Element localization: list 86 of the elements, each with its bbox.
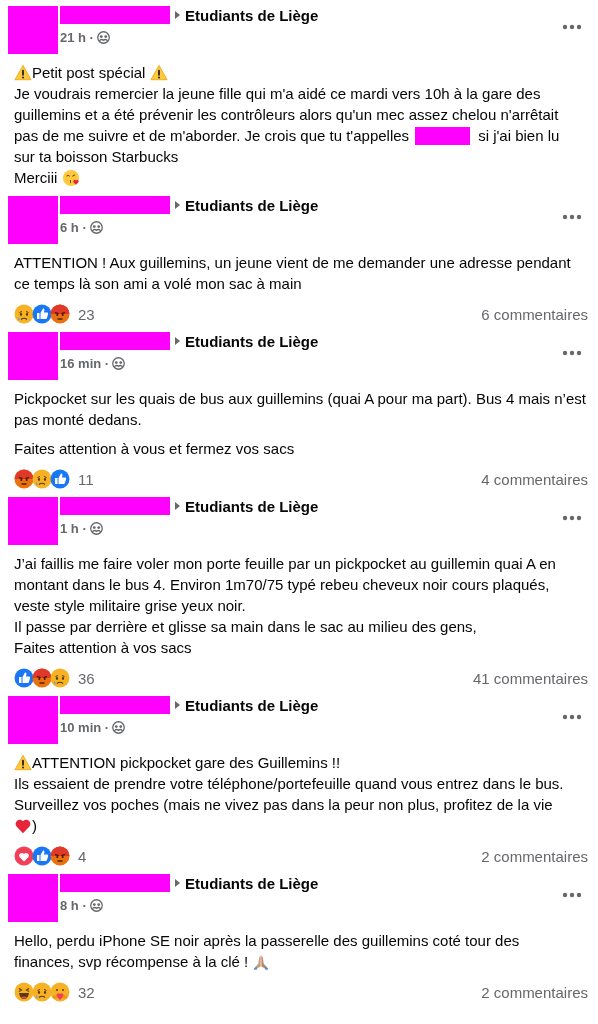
post-text: Faites attention à vos sacs bbox=[14, 638, 192, 658]
reaction-count[interactable]: 23 bbox=[78, 305, 95, 323]
kissing-face-icon bbox=[61, 168, 80, 187]
triangle-icon bbox=[174, 700, 181, 710]
post-time[interactable]: 21 h · bbox=[60, 30, 94, 45]
group-name[interactable]: Etudiants de Liège bbox=[185, 6, 319, 24]
post-time[interactable]: 16 min · bbox=[60, 356, 110, 371]
more-options-icon[interactable] bbox=[562, 214, 582, 220]
laughing-face-icon[interactable] bbox=[14, 982, 34, 1002]
members-icon bbox=[112, 721, 126, 734]
post-text: Pickpocket sur les quais de bus aux guillemins (quai A pour ma part). Bus 4 mais n’est pas monté dedans. bbox=[14, 389, 587, 430]
group-name[interactable]: Etudiants de Liège bbox=[185, 497, 319, 515]
like-reaction-icon[interactable] bbox=[14, 668, 34, 688]
post-text: Faites attention à vous et fermez vos sacs bbox=[14, 439, 295, 459]
group-name[interactable]: Etudiants de Liège bbox=[185, 196, 319, 214]
redacted-avatar bbox=[8, 696, 58, 744]
redacted-avatar bbox=[8, 497, 58, 545]
triangle-icon bbox=[174, 200, 181, 210]
post-text: J’ai faillis me faire voler mon porte feuille par un pickpocket au guillemin quai A en montant dans le bus 4. Environ 1m70/75 typé rebeu cheveux noir cours plaqués, veste style militaire grise yeux noir. bbox=[14, 554, 557, 616]
post-text: Surveillez vos poches (mais ne vivez pas dans la peur non plus, profitez de la vie bbox=[14, 795, 553, 815]
comments-link[interactable]: 2 commentaires bbox=[481, 847, 588, 865]
comments-link[interactable]: 41 commentaires bbox=[472, 669, 588, 687]
warning-icon bbox=[14, 63, 32, 82]
reaction-count[interactable]: 36 bbox=[78, 669, 95, 687]
hugging-face-icon[interactable] bbox=[50, 982, 70, 1002]
redacted-avatar bbox=[8, 6, 58, 54]
redacted-text bbox=[415, 126, 471, 145]
post-time[interactable]: 10 min · bbox=[60, 720, 110, 735]
crying-face-icon[interactable] bbox=[32, 469, 52, 489]
group-name[interactable]: Etudiants de Liège bbox=[185, 874, 319, 892]
angry-face-icon[interactable] bbox=[50, 304, 70, 324]
post-time[interactable]: 8 h · bbox=[60, 898, 87, 913]
warning-icon bbox=[14, 753, 32, 772]
reaction-count[interactable]: 4 bbox=[78, 847, 87, 865]
post-text: ATTENTION pickpocket gare des Guillemins !! bbox=[32, 753, 341, 773]
post-text: Merciii bbox=[14, 168, 59, 188]
post-text: pas de me suivre et de m'aborder. Je crois que tu t'appelles bbox=[14, 126, 410, 146]
post-text: guillemins et a été prévenir les contrôleurs alors qu'un mec assez chelou n'arrêtait bbox=[14, 105, 559, 125]
redacted-avatar bbox=[8, 874, 58, 922]
more-options-icon[interactable] bbox=[562, 350, 582, 356]
heart-reaction-icon[interactable] bbox=[14, 846, 34, 866]
members-icon bbox=[112, 357, 126, 370]
members-icon bbox=[89, 899, 103, 912]
more-options-icon[interactable] bbox=[562, 714, 582, 720]
crying-face-icon[interactable] bbox=[50, 668, 70, 688]
more-options-icon[interactable] bbox=[562, 24, 582, 30]
post-text: Je voudrais remercier la jeune fille qui m'a aidé ce mardi vers 10h à la gare des bbox=[14, 84, 541, 104]
post-time[interactable]: 1 h · bbox=[60, 521, 87, 536]
post-text: ) bbox=[32, 816, 37, 836]
triangle-icon bbox=[174, 878, 181, 888]
like-reaction-icon[interactable] bbox=[32, 304, 52, 324]
post-text: Il passe par derrière et glisse sa main dans le sac au milieu des gens, bbox=[14, 617, 477, 637]
redacted-avatar bbox=[8, 196, 58, 244]
post-text: sur ta boisson Starbucks bbox=[14, 147, 179, 167]
angry-face-icon[interactable] bbox=[32, 668, 52, 688]
comments-link[interactable]: 6 commentaires bbox=[481, 305, 588, 323]
angry-face-icon[interactable] bbox=[14, 469, 34, 489]
praying-hands-icon bbox=[252, 952, 271, 971]
triangle-icon bbox=[174, 10, 181, 20]
triangle-icon bbox=[174, 336, 181, 346]
more-options-icon[interactable] bbox=[562, 515, 582, 521]
post-text: finances, svp récompense à la clé ! bbox=[14, 952, 250, 972]
comments-link[interactable]: 2 commentaires bbox=[481, 983, 588, 1001]
reaction-count[interactable]: 32 bbox=[78, 983, 95, 1001]
like-reaction-icon[interactable] bbox=[32, 846, 52, 866]
more-options-icon[interactable] bbox=[562, 892, 582, 898]
crying-face-icon[interactable] bbox=[14, 304, 34, 324]
post-text: Petit post spécial bbox=[32, 63, 147, 83]
group-name[interactable]: Etudiants de Liège bbox=[185, 332, 319, 350]
post-text: Hello, perdu iPhone SE noir après la passerelle des guillemins coté tour des bbox=[14, 931, 520, 951]
like-reaction-icon[interactable] bbox=[50, 469, 70, 489]
triangle-icon bbox=[174, 501, 181, 511]
post-time[interactable]: 6 h · bbox=[60, 220, 87, 235]
group-name[interactable]: Etudiants de Liège bbox=[185, 696, 319, 714]
members-icon bbox=[89, 522, 103, 535]
post-text: ATTENTION ! Aux guillemins, un jeune vient de me demander une adresse pendant ce temps là son ami a volé mon sac à main bbox=[14, 253, 572, 294]
redacted-avatar bbox=[8, 332, 58, 380]
angry-face-icon[interactable] bbox=[50, 846, 70, 866]
post-text: Ils essaient de prendre votre téléphone/portefeuille quand vous entrez dans le bus. bbox=[14, 774, 564, 794]
comments-link[interactable]: 4 commentaires bbox=[481, 470, 588, 488]
post-text: si j'ai bien lu bbox=[478, 126, 560, 146]
members-icon bbox=[89, 221, 103, 234]
reaction-count[interactable]: 11 bbox=[78, 470, 94, 488]
warning-icon bbox=[149, 63, 168, 82]
crying-face-icon[interactable] bbox=[32, 982, 52, 1002]
members-icon bbox=[96, 31, 110, 44]
